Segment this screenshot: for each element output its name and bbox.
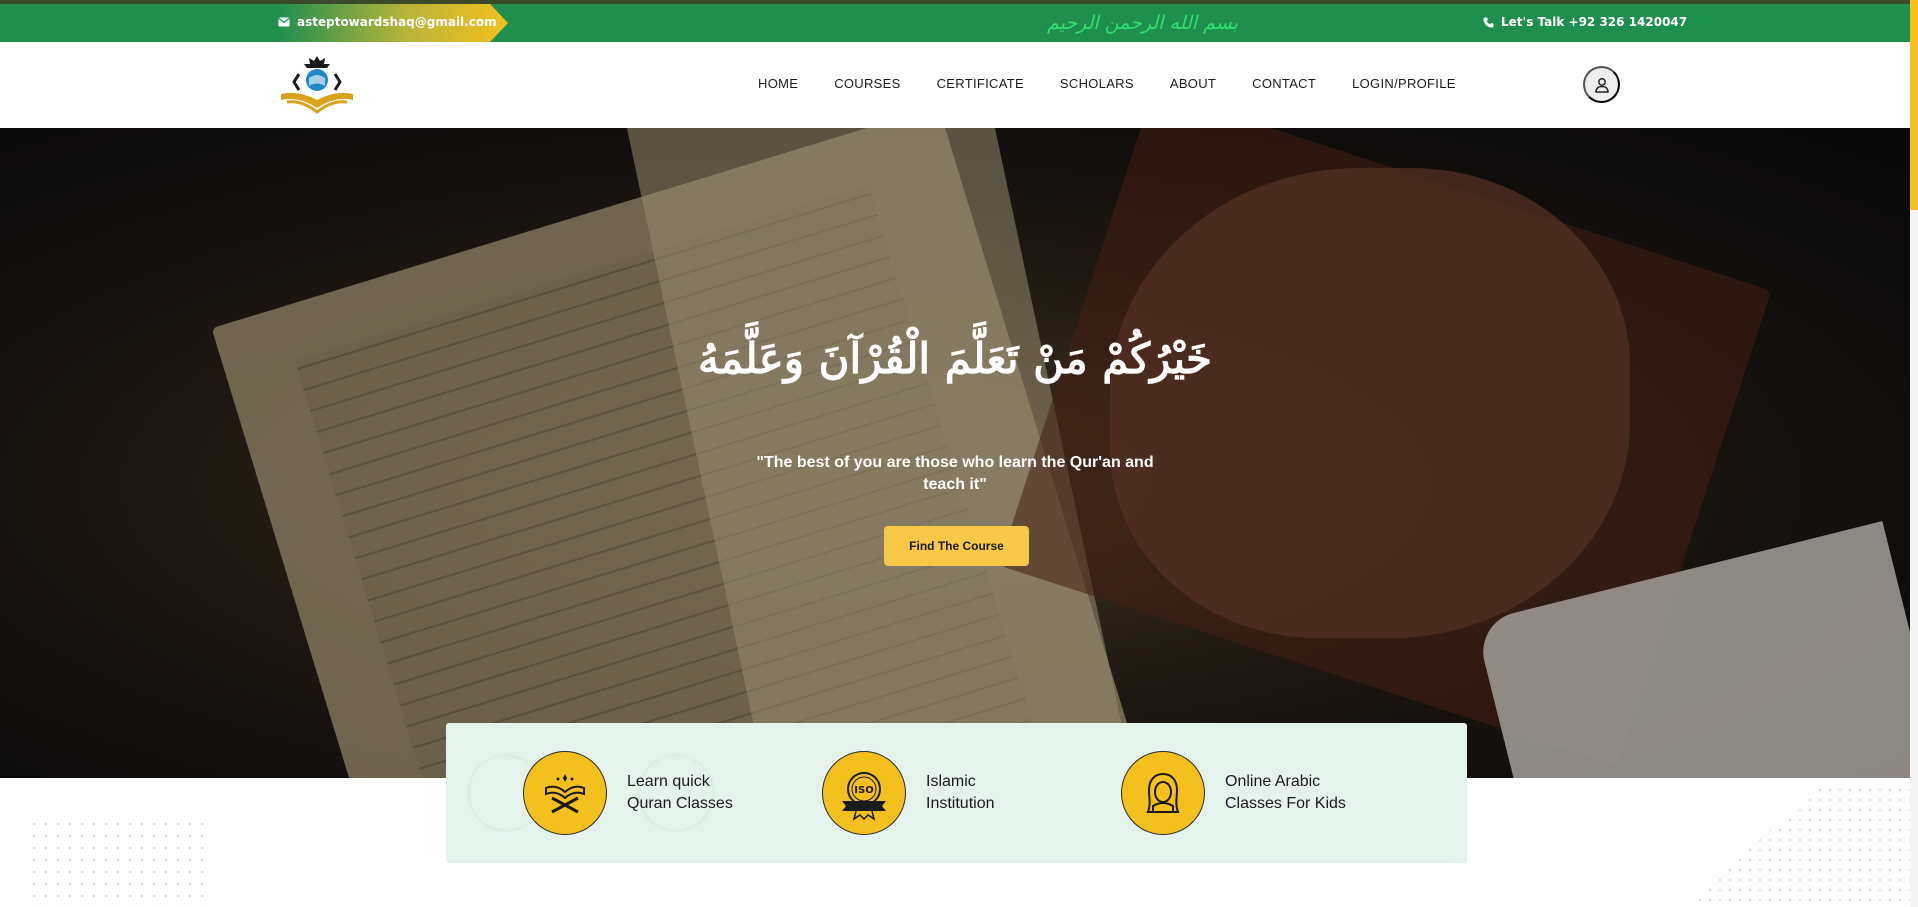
find-course-button[interactable]: Find The Course <box>884 526 1029 566</box>
nav-about[interactable]: ABOUT <box>1170 76 1216 91</box>
nav-certificate[interactable]: CERTIFICATE <box>937 76 1024 91</box>
primary-nav: HOME COURSES CERTIFICATE SCHOLARS ABOUT … <box>758 76 1492 91</box>
feature-3-line2: Classes For Kids <box>1225 795 1346 812</box>
email-text: asteptowardshaq@gmail.com <box>297 15 497 29</box>
site-logo[interactable] <box>277 52 357 118</box>
decorative-dots-left <box>28 818 213 907</box>
phone-icon <box>1483 16 1494 28</box>
feature-1-line2: Quran Classes <box>627 795 733 812</box>
phone-link[interactable]: Let's Talk +92 326 1420047 <box>1483 15 1687 29</box>
feature-quran-classes[interactable]: Learn quick Quran Classes <box>523 751 767 835</box>
iso-badge-icon: ISO <box>822 751 906 835</box>
nav-contact[interactable]: CONTACT <box>1252 76 1316 91</box>
feature-arabic-classes-kids[interactable]: Online Arabic Classes For Kids <box>1121 751 1365 835</box>
decorative-dots-right <box>1685 785 1910 907</box>
user-icon <box>1594 77 1609 93</box>
hijab-girl-icon <box>1121 751 1205 835</box>
feature-islamic-institution[interactable]: ISO Islamic Institution <box>822 751 1066 835</box>
nav-home[interactable]: HOME <box>758 76 798 91</box>
nav-scholars[interactable]: SCHOLARS <box>1060 76 1134 91</box>
bismillah-calligraphy: بسم الله الرحمن الرحيم <box>1047 12 1238 34</box>
hero-banner: خَيْرُكُمْ مَنْ تَعَلَّمَ الْقُرْآنَ وَع… <box>0 128 1910 778</box>
email-section: asteptowardshaq@gmail.com <box>0 4 508 42</box>
nav-courses[interactable]: COURSES <box>834 76 900 91</box>
feature-2-line2: Institution <box>926 795 995 812</box>
scrollbar-thumb[interactable] <box>1910 0 1918 210</box>
phone-text: Let's Talk +92 326 1420047 <box>1501 15 1688 29</box>
nav-login-profile[interactable]: LOGIN/PROFILE <box>1352 76 1456 91</box>
features-strip: Learn quick Quran Classes ISO Islamic In… <box>446 723 1467 863</box>
hero-quote: "The best of you are those who learn the… <box>756 454 1154 493</box>
hero-arabic-hadith: خَيْرُكُمْ مَنْ تَعَلَّمَ الْقُرْآنَ وَع… <box>698 334 1212 383</box>
envelope-icon <box>278 17 290 27</box>
quran-stand-icon <box>523 751 607 835</box>
page-scrollbar[interactable] <box>1910 0 1918 907</box>
svg-text:ISO: ISO <box>854 785 873 796</box>
main-navbar: HOME COURSES CERTIFICATE SCHOLARS ABOUT … <box>0 42 1910 128</box>
logo-mark <box>281 56 353 114</box>
profile-button[interactable] <box>1583 66 1620 103</box>
top-contact-bar: asteptowardshaq@gmail.com بسم الله الرحم… <box>0 4 1918 42</box>
feature-1-line1: Learn quick <box>627 773 710 790</box>
feature-2-line1: Islamic <box>926 773 976 790</box>
email-link[interactable]: asteptowardshaq@gmail.com <box>278 15 497 29</box>
feature-3-line1: Online Arabic <box>1225 773 1321 790</box>
